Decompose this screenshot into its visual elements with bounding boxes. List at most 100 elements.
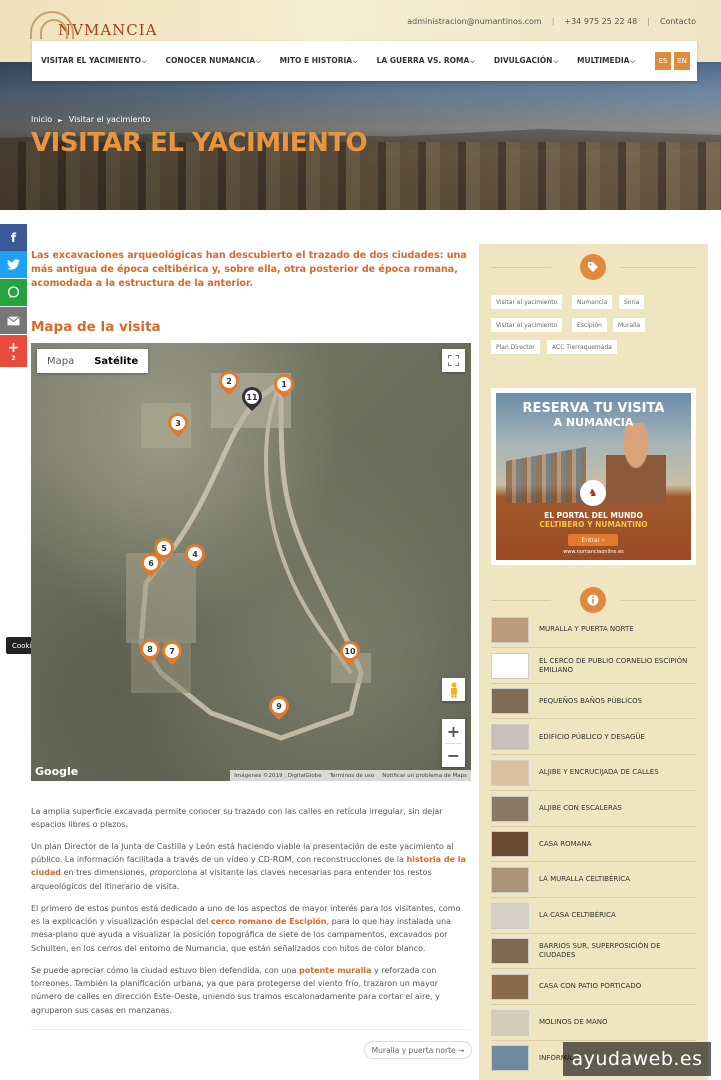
related-item[interactable]: CASA ROMANA [491, 826, 696, 862]
related-item-label[interactable]: ALJIBE Y ENCRUCIJADA DE CALLES [539, 768, 659, 777]
nav-conocer[interactable]: CONOCER NUMANCIA⌵ [166, 56, 261, 66]
plus-icon: + [7, 339, 20, 356]
related-item[interactable]: CASA CON PATIO PORTICADO [491, 969, 696, 1005]
tag-escipion[interactable]: Escipión [572, 318, 607, 332]
tag-visitar-yacimiento-2[interactable]: Visitar el yacimiento [491, 318, 563, 332]
google-logo: Google [35, 765, 79, 778]
breadcrumb-current[interactable]: Visitar el yacimiento [69, 115, 151, 127]
tag-plan-director[interactable]: Plan Director [491, 340, 540, 354]
related-item-thumbnail[interactable] [491, 759, 529, 786]
related-item-label[interactable]: MURALLA Y PUERTA NORTE [539, 625, 634, 634]
twitter-share-button[interactable] [0, 251, 27, 278]
numancia-emblem-icon: ♞ [580, 480, 606, 506]
tag-numancia[interactable]: Numancia [572, 295, 613, 309]
related-item-thumbnail[interactable] [491, 652, 529, 679]
nav-visitar[interactable]: VISITAR EL YACIMIENTO⌵ [41, 56, 147, 66]
breadcrumb-home[interactable]: Inicio [31, 115, 52, 127]
map-marker-6[interactable]: 6 [136, 548, 166, 578]
related-item-thumbnail[interactable] [491, 688, 529, 715]
related-item[interactable]: ALJIBE Y ENCRUCIJADA DE CALLES [491, 755, 696, 791]
related-item-label[interactable]: LA MURALLA CELTIBÉRICA [539, 875, 630, 884]
map-marker-11[interactable]: 11 [237, 382, 267, 412]
map-marker-10[interactable]: 10 [335, 636, 365, 666]
related-item-label[interactable]: LA CASA CELTIBÉRICA [539, 911, 616, 920]
site-logo[interactable]: NVMANCIA [30, 8, 158, 42]
related-item-thumbnail[interactable] [491, 617, 529, 643]
related-item-label[interactable]: ALJIBE CON ESCALERAS [539, 804, 622, 813]
visit-map[interactable]: Mapa Satélite + − 1 2 3 4 5 6 7 8 9 10 1… [31, 343, 471, 781]
nav-divulgacion[interactable]: DIVULGACIÓN⌵ [494, 56, 558, 66]
related-item[interactable]: PEQUEÑOS BAÑOS PÚBLICOS [491, 683, 696, 719]
muralla-link[interactable]: potente muralla [299, 966, 371, 975]
map-marker-7[interactable]: 7 [157, 636, 187, 666]
related-item-thumbnail[interactable] [491, 831, 529, 858]
map-marker-2[interactable]: 2 [214, 366, 244, 396]
related-item-thumbnail[interactable] [491, 724, 529, 751]
related-item-thumbnail[interactable] [491, 938, 529, 965]
facebook-share-button[interactable]: f [0, 224, 27, 251]
nav-mito[interactable]: MITO E HISTORIA⌵ [280, 56, 358, 66]
tag-acc-tierraquemada[interactable]: ACC Tierraquemada [547, 340, 617, 354]
paragraph-4: Se puede apreciar cómo la ciudad estuvo … [31, 966, 440, 1015]
map-tab-button[interactable]: Mapa [37, 349, 84, 373]
lang-en-button[interactable]: EN [674, 52, 690, 70]
tag-muralla[interactable]: Muralla [613, 318, 646, 332]
promo-enter-button[interactable]: Entrar › [568, 534, 618, 546]
lang-es-button[interactable]: ES [655, 52, 671, 70]
intro-text: Las excavaciones arqueológicas han descu… [31, 250, 467, 289]
map-report-link[interactable]: Notificar un problema de Maps [382, 773, 467, 779]
email-link[interactable]: administracion@numantinos.com [407, 17, 541, 26]
promo-banner[interactable]: RESERVA TU VISITA A NUMANCIA ♞ EL PORTAL … [491, 388, 696, 565]
related-item-thumbnail[interactable] [491, 795, 529, 822]
whatsapp-icon [7, 286, 20, 298]
email-share-button[interactable] [0, 307, 27, 334]
related-item[interactable]: LA MURALLA CELTIBÉRICA [491, 862, 696, 898]
next-page-button[interactable]: Muralla y puerta norte → [364, 1041, 472, 1059]
fullscreen-button[interactable] [442, 349, 465, 372]
related-item-thumbnail[interactable] [491, 1009, 529, 1036]
zoom-out-button[interactable]: − [445, 743, 462, 767]
related-item-thumbnail[interactable] [491, 902, 529, 929]
related-item-thumbnail[interactable] [491, 1045, 529, 1072]
map-marker-8[interactable]: 8 [135, 634, 165, 664]
related-item[interactable]: MURALLA Y PUERTA NORTE [491, 612, 696, 648]
related-item-label[interactable]: EL CERCO DE PUBLIO CORNELIO ESCIPIÓN EMI… [539, 657, 696, 675]
map-marker-4[interactable]: 4 [180, 539, 210, 569]
map-type-toggle: Mapa Satélite [37, 349, 149, 373]
related-item-label[interactable]: CASA ROMANA [539, 840, 592, 849]
more-share-button[interactable]: + 2 [0, 335, 27, 367]
related-item-label[interactable]: EDIFICIO PÚBLICO Y DESAGÜE [539, 733, 645, 742]
related-item-label[interactable]: BARRIOS SUR, SUPERPOSICIÓN DE CIUDADES [539, 942, 696, 960]
tag-soria[interactable]: Soria [619, 295, 645, 309]
map-marker-3[interactable]: 3 [163, 408, 193, 438]
related-item[interactable]: BARRIOS SUR, SUPERPOSICIÓN DE CIUDADES [491, 933, 696, 969]
nav-guerra[interactable]: LA GUERRA VS. ROMA⌵ [377, 56, 475, 66]
map-marker-9[interactable]: 9 [264, 691, 294, 721]
whatsapp-share-button[interactable] [0, 279, 27, 306]
zoom-in-button[interactable]: + [447, 719, 460, 743]
related-item[interactable]: LA CASA CELTIBÉRICA [491, 898, 696, 934]
paragraph-1: La amplia superficie excavada permite co… [31, 807, 443, 830]
map-marker-1[interactable]: 1 [269, 369, 299, 399]
related-item[interactable]: ALJIBE CON ESCALERAS [491, 791, 696, 827]
nav-multimedia[interactable]: MULTIMEDIA⌵ [577, 56, 635, 66]
pegman-icon [450, 682, 457, 698]
phone-link[interactable]: +34 975 25 22 48 [564, 17, 637, 26]
tag-visitar-yacimiento[interactable]: Visitar el yacimiento [491, 295, 563, 309]
street-view-button[interactable] [442, 678, 465, 701]
related-item[interactable]: MOLINOS DE MANO [491, 1005, 696, 1041]
related-item[interactable]: EDIFICIO PÚBLICO Y DESAGÜE [491, 719, 696, 755]
related-item-label[interactable]: PEQUEÑOS BAÑOS PÚBLICOS [539, 697, 642, 706]
related-item[interactable]: EL CERCO DE PUBLIO CORNELIO ESCIPIÓN EMI… [491, 648, 696, 684]
related-item-thumbnail[interactable] [491, 866, 529, 893]
related-item-label[interactable]: MOLINOS DE MANO [539, 1018, 608, 1027]
logo-arc-icon [30, 11, 74, 39]
satellite-tab-button[interactable]: Satélite [84, 349, 148, 373]
breadcrumb-separator-icon: ► [58, 117, 63, 124]
contact-link[interactable]: Contacto [660, 17, 696, 26]
map-terms-link[interactable]: Términos de uso [330, 773, 375, 779]
cerco-escipion-link[interactable]: cerco romano de Escipión [211, 917, 327, 926]
breadcrumb: Inicio ► Visitar el yacimiento [31, 115, 151, 127]
related-item-label[interactable]: CASA CON PATIO PORTICADO [539, 982, 641, 991]
related-item-thumbnail[interactable] [491, 974, 529, 1000]
